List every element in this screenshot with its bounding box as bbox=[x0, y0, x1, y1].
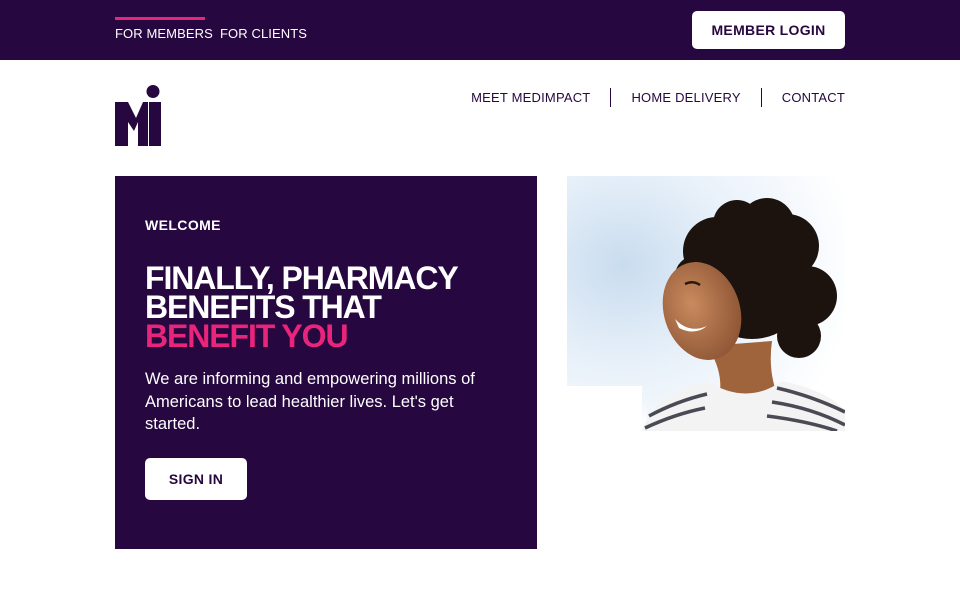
top-utility-bar: FOR MEMBERS FOR CLIENTS MEMBER LOGIN bbox=[0, 0, 960, 60]
main-navigation: MEET MEDIMPACT HOME DELIVERY CONTACT bbox=[471, 87, 845, 107]
hero-headline: FINALLY, PHARMACY BENEFITS THAT BENEFIT … bbox=[145, 262, 525, 354]
hero-photo bbox=[567, 176, 845, 431]
hero-eyebrow: WELCOME bbox=[145, 217, 221, 233]
tab-for-members[interactable]: FOR MEMBERS bbox=[115, 26, 213, 41]
hero-card: WELCOME FINALLY, PHARMACY BENEFITS THAT … bbox=[115, 176, 537, 549]
medimpact-logo[interactable] bbox=[115, 84, 163, 146]
headline-accent: BENEFIT YOU bbox=[145, 318, 349, 354]
member-login-button[interactable]: MEMBER LOGIN bbox=[692, 11, 845, 49]
nav-meet-medimpact[interactable]: MEET MEDIMPACT bbox=[471, 90, 590, 105]
nav-divider bbox=[760, 87, 762, 107]
tab-for-clients[interactable]: FOR CLIENTS bbox=[220, 26, 307, 41]
nav-contact[interactable]: CONTACT bbox=[782, 90, 845, 105]
nav-home-delivery[interactable]: HOME DELIVERY bbox=[631, 90, 740, 105]
active-tab-indicator bbox=[115, 17, 205, 20]
smiling-woman-image bbox=[567, 176, 845, 431]
sign-in-button[interactable]: SIGN IN bbox=[145, 458, 247, 500]
mi-logo-icon bbox=[115, 85, 161, 146]
hero-intro-text: We are informing and empowering millions… bbox=[145, 370, 475, 433]
nav-divider bbox=[610, 87, 612, 107]
